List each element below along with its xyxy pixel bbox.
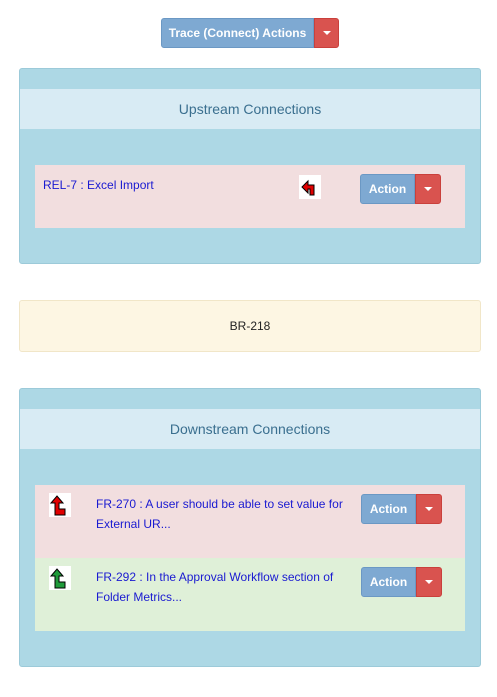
upstream-action-button-group: Action <box>360 174 441 204</box>
downstream-panel: Downstream Connections FR-270 : A user s… <box>19 388 481 667</box>
current-item-label: BR-218 <box>229 319 271 333</box>
downstream-action-dropdown-toggle[interactable] <box>416 567 442 597</box>
downstream-action-button-group: Action <box>361 494 442 524</box>
arrow-up-right-green-icon <box>49 566 71 590</box>
chevron-down-icon <box>425 507 433 511</box>
downstream-action-button-group: Action <box>361 567 442 597</box>
trace-actions-button-group: Trace (Connect) Actions <box>161 18 339 48</box>
downstream-action-dropdown-toggle[interactable] <box>416 494 442 524</box>
downstream-connection-row: FR-292 : In the Approval Workflow sectio… <box>35 558 465 631</box>
upstream-panel: Upstream Connections REL-7 : Excel Impor… <box>19 68 481 264</box>
upstream-connection-row: REL-7 : Excel Import Action <box>35 165 465 228</box>
downstream-connection-link[interactable]: FR-270 : A user should be able to set va… <box>96 494 346 534</box>
upstream-action-dropdown-toggle[interactable] <box>415 174 441 204</box>
chevron-down-icon <box>322 31 331 35</box>
current-item-box: BR-218 <box>19 300 481 352</box>
upstream-connection-link[interactable]: REL-7 : Excel Import <box>43 175 154 195</box>
chevron-down-icon <box>424 187 432 191</box>
chevron-down-icon <box>425 580 433 584</box>
downstream-connection-link[interactable]: FR-292 : In the Approval Workflow sectio… <box>96 567 346 607</box>
trace-actions-dropdown-toggle[interactable] <box>314 18 339 48</box>
trace-actions-button[interactable]: Trace (Connect) Actions <box>161 18 314 48</box>
arrow-up-right-red-icon <box>49 493 71 517</box>
downstream-connection-row: FR-270 : A user should be able to set va… <box>35 485 465 558</box>
downstream-action-button[interactable]: Action <box>361 494 416 524</box>
downstream-heading: Downstream Connections <box>20 409 480 449</box>
arrow-up-left-red-icon <box>299 175 321 199</box>
upstream-action-button[interactable]: Action <box>360 174 415 204</box>
upstream-heading: Upstream Connections <box>20 89 480 129</box>
downstream-action-button[interactable]: Action <box>361 567 416 597</box>
